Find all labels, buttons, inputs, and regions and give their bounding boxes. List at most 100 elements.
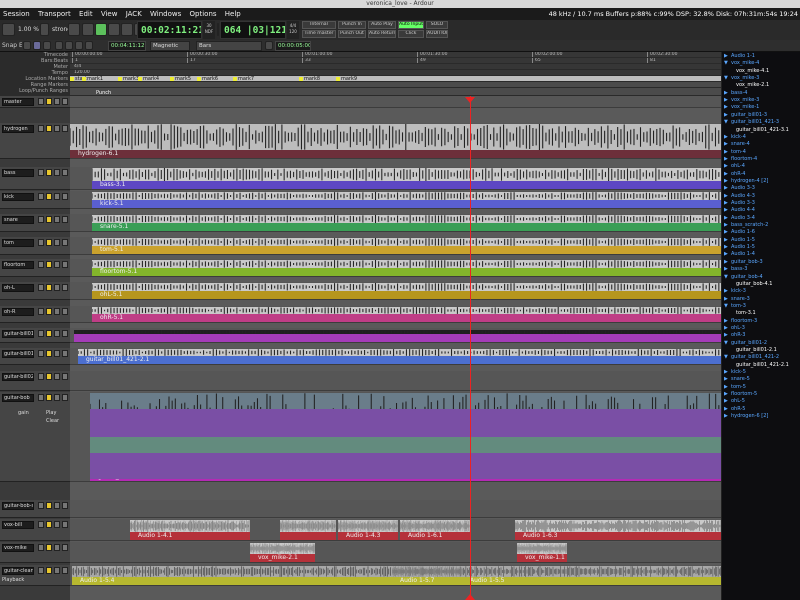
region-list-item[interactable]: ▶ Audio 3-4	[724, 215, 755, 222]
region-list-item[interactable]: ▶ floortom-3	[724, 318, 757, 325]
collapsed-arrow-icon[interactable]: ▶	[724, 325, 731, 332]
mute-icon[interactable]	[46, 216, 52, 223]
audition-button[interactable]: AUDITION	[426, 30, 448, 38]
region-list-item[interactable]: ▶ ohL-5	[724, 398, 745, 405]
audio-region[interactable]: Audio 1-4.3	[338, 520, 398, 540]
collapsed-arrow-icon[interactable]: ▶	[724, 171, 731, 178]
auto-play-button[interactable]: Auto Play	[368, 21, 396, 29]
primary-clock[interactable]: 00:02:11:21	[137, 21, 202, 39]
playhead-top-marker[interactable]	[465, 97, 475, 103]
region-list[interactable]: ▶ Audio 1-1 ▼ vox_mike-4 vox_mike-4.1 ▼ vox_mi…	[722, 52, 800, 600]
record-enable-icon[interactable]	[38, 239, 44, 246]
track-name-field[interactable]: oh-L	[2, 284, 34, 292]
mute-icon[interactable]	[46, 521, 52, 528]
collapsed-arrow-icon[interactable]: ▶	[724, 104, 731, 111]
auto-input-button[interactable]: Auto Input	[398, 21, 424, 29]
region-list-item[interactable]: ▼ guitar_bill01-2	[724, 340, 767, 347]
region-list-item[interactable]: ▶ Audio 4-4	[724, 207, 755, 214]
region-list-item[interactable]: ▶ kick-3	[724, 288, 746, 295]
track-name-field[interactable]: guitar-bill01-4	[2, 350, 34, 358]
track-lane-vox-bill[interactable]: Audio 1-4.1 Audio 1-4.3 Audio 1-6.1 Audio 1…	[70, 519, 722, 541]
track-lane-guitar-clean[interactable]: Audio 1-5.4 Audio 1-5.7 Audio 1-5.5	[70, 565, 722, 586]
track-option-gain[interactable]: gain	[18, 410, 29, 416]
collapsed-arrow-icon[interactable]: ▶	[724, 222, 731, 229]
track-name-field[interactable]: oh-R	[2, 308, 34, 316]
region-list-item[interactable]: ▶ Audio 1-5	[724, 237, 755, 244]
region-list-item[interactable]: ▼ vox_mike-3	[724, 75, 759, 82]
collapsed-arrow-icon[interactable]: ▶	[724, 215, 731, 222]
region-list-item[interactable]: ▶ Audio 1-5	[724, 244, 755, 251]
secondary-clock[interactable]: 064 |03|1213	[220, 21, 286, 39]
zoom-level[interactable]: 1.00 %	[18, 25, 39, 35]
mute-icon[interactable]	[46, 394, 52, 401]
sync-source-button[interactable]: Internal	[302, 21, 336, 29]
record-enable-icon[interactable]	[38, 216, 44, 223]
playlist-icon[interactable]	[62, 350, 68, 357]
collapsed-arrow-icon[interactable]: ▶	[724, 391, 731, 398]
track-name-field[interactable]: guitar-bob-sm	[2, 502, 34, 510]
track-name-field[interactable]: hydrogen	[2, 125, 34, 133]
menu-windows[interactable]: Windows	[147, 8, 184, 20]
track-lane-oh-R[interactable]: ohR-5.1	[70, 306, 722, 323]
mute-icon[interactable]	[46, 169, 52, 176]
audio-region[interactable]: vox_mike-2.1	[250, 543, 315, 562]
audio-region[interactable]: vox_mike-1.1	[517, 543, 567, 562]
region-list-item[interactable]: ▶ tom-5	[724, 384, 746, 391]
region-list-item[interactable]: ▶ vox_mike-1	[724, 104, 759, 111]
menu-options[interactable]: Options	[187, 8, 220, 20]
region-list-item[interactable]: ▶ floortom-4	[724, 156, 757, 163]
playlist-icon[interactable]	[62, 216, 68, 223]
collapsed-arrow-icon[interactable]: ▶	[724, 97, 731, 104]
audio-region[interactable]: guitar_bill01_421-2.1	[78, 349, 722, 364]
region-list-item[interactable]: tom-3.1	[724, 310, 756, 317]
nudge-clock[interactable]: 00:04:11:12	[108, 41, 146, 51]
region-list-item[interactable]: guitar_bill01_421-3.1	[724, 127, 789, 134]
region-list-item[interactable]: ▶ Audio 1-6	[724, 229, 755, 236]
track-lane-oh-L[interactable]: ohL-5.1	[70, 282, 722, 300]
collapsed-arrow-icon[interactable]: ▶	[724, 384, 731, 391]
region-list-item[interactable]: ▶ bass-4	[724, 90, 747, 97]
collapsed-arrow-icon[interactable]: ▶	[724, 134, 731, 141]
audio-region[interactable]: Audio 1-5.4	[72, 566, 392, 585]
region-list-item[interactable]: ▶ ohL-4	[724, 163, 745, 170]
record-enable-icon[interactable]	[38, 544, 44, 551]
track-lane-hydrogen[interactable]: hydrogen-6.1	[70, 123, 722, 159]
track-header-hydrogen[interactable]: hydrogen	[0, 123, 70, 159]
region-list-item[interactable]: ▶ tom-4	[724, 149, 746, 156]
loop-button[interactable]	[68, 23, 80, 36]
playhead[interactable]	[470, 96, 471, 600]
track-name-field[interactable]: vox-mike	[2, 544, 34, 552]
region-list-item[interactable]: ▶ hydrogen-4 [2]	[724, 178, 768, 185]
playlist-icon[interactable]	[62, 98, 68, 105]
playlist-icon[interactable]	[62, 502, 68, 509]
menu-help[interactable]: Help	[222, 8, 244, 20]
record-enable-icon[interactable]	[38, 350, 44, 357]
track-lane-floortom[interactable]: floortom-5.1	[70, 259, 722, 277]
record-enable-icon[interactable]	[38, 98, 44, 105]
record-enable-icon[interactable]	[38, 308, 44, 315]
collapsed-arrow-icon[interactable]: ▶	[724, 318, 731, 325]
expanded-arrow-icon[interactable]: ▼	[724, 354, 731, 361]
mute-icon[interactable]	[46, 350, 52, 357]
region-list-item[interactable]: ▶ kick-4	[724, 134, 746, 141]
menu-jack[interactable]: JACK	[123, 8, 145, 20]
region-list-item[interactable]: guitar_bob-4.1	[724, 281, 772, 288]
collapsed-arrow-icon[interactable]: ▶	[724, 332, 731, 339]
playlist-icon[interactable]	[62, 373, 68, 380]
collapsed-arrow-icon[interactable]: ▶	[724, 163, 731, 170]
collapsed-arrow-icon[interactable]: ▶	[724, 90, 731, 97]
region-list-item[interactable]: ▶ Audio 1-4	[724, 251, 755, 258]
region-list-item[interactable]: ▶ ohR-3	[724, 332, 746, 339]
collapsed-arrow-icon[interactable]: ▶	[724, 193, 731, 200]
collapsed-arrow-icon[interactable]: ▶	[724, 398, 731, 405]
solo-icon[interactable]	[54, 284, 60, 291]
audio-region[interactable]	[74, 330, 722, 342]
playlist-icon[interactable]	[62, 284, 68, 291]
rewind-button[interactable]	[82, 23, 94, 36]
playhead-bottom-marker[interactable]	[465, 594, 475, 600]
solo-icon[interactable]	[54, 373, 60, 380]
solo-icon[interactable]	[54, 394, 60, 401]
track-name-field[interactable]: guitar-bob	[2, 394, 34, 402]
collapsed-arrow-icon[interactable]: ▶	[724, 178, 731, 185]
track-header-guitar-clean[interactable]: guitar-clean Playback	[0, 565, 70, 586]
